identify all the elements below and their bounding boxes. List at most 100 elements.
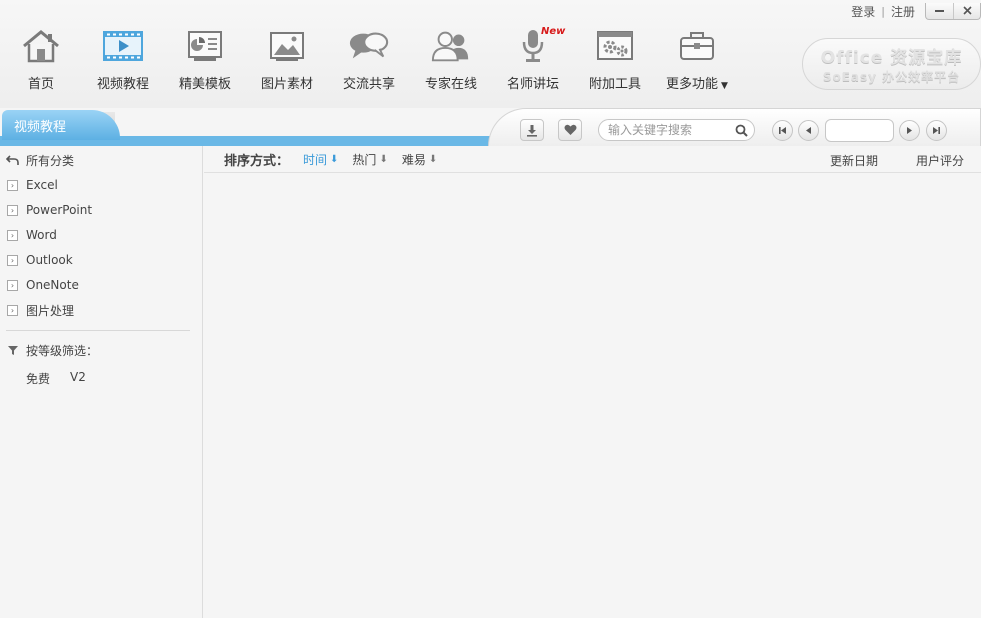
- minimize-icon: [935, 10, 944, 12]
- nav-tools[interactable]: 附加工具: [574, 22, 656, 92]
- expand-icon: ›: [7, 229, 18, 241]
- sort-by-time-label: 时间: [303, 152, 328, 167]
- nav-more-text: 更多功能: [666, 77, 719, 92]
- brand-logo: Office 资源宝库 SoEasy 办公效率平台: [802, 38, 981, 90]
- picture-icon: [270, 31, 304, 61]
- template-icon: [188, 30, 222, 61]
- sort-title: 排序方式：: [224, 153, 290, 169]
- last-page-button[interactable]: [926, 120, 947, 141]
- sidebar-item-label: Excel: [26, 178, 58, 192]
- nav-experts-label: 专家在线: [424, 77, 477, 92]
- download-icon: [527, 124, 537, 137]
- nav-experts[interactable]: 专家在线: [410, 22, 492, 92]
- arrow-down-icon: ⬇: [379, 153, 388, 165]
- sidebar-item-all-label: 所有分类: [26, 153, 75, 168]
- sidebar-item-excel[interactable]: › Excel: [0, 174, 200, 196]
- level-filter-label: 按等级筛选：: [26, 344, 99, 358]
- category-sidebar: 所有分类 › Excel › PowerPoint › Word › Outlo…: [0, 146, 203, 618]
- nav-templates[interactable]: 精美模板: [164, 22, 246, 92]
- sidebar-item-label: Outlook: [26, 253, 73, 267]
- sidebar-item-label: Word: [26, 228, 57, 242]
- first-page-icon: [779, 127, 786, 134]
- next-page-button[interactable]: [899, 120, 920, 141]
- filter-free[interactable]: 免费: [26, 370, 50, 387]
- caret-down-icon: ▼: [721, 81, 728, 91]
- video-icon: [103, 30, 143, 61]
- sort-by-popular[interactable]: 热门 ⬇: [352, 151, 387, 168]
- last-page-icon: [933, 127, 940, 134]
- sidebar-item-onenote[interactable]: › OneNote: [0, 274, 200, 296]
- undo-arrow-icon: [6, 155, 19, 165]
- nav-share[interactable]: 交流共享: [328, 22, 410, 92]
- nav-video-tutorials[interactable]: 视频教程: [82, 22, 164, 92]
- sidebar-item-image-processing[interactable]: › 图片处理: [0, 299, 200, 321]
- next-page-icon: [907, 127, 912, 134]
- download-button[interactable]: [520, 119, 544, 141]
- minimize-button[interactable]: [926, 3, 953, 19]
- tools-icon: [597, 30, 633, 60]
- sidebar-item-powerpoint[interactable]: › PowerPoint: [0, 199, 200, 221]
- expand-icon: ›: [7, 204, 18, 216]
- close-button[interactable]: [953, 2, 980, 19]
- login-link[interactable]: 登录: [851, 3, 875, 20]
- nav-video-tutorials-label: 视频教程: [96, 77, 149, 92]
- sidebar-item-label: OneNote: [26, 278, 79, 292]
- prev-page-button[interactable]: [798, 120, 819, 141]
- nav-lectures-label: 名师讲坛: [506, 77, 559, 92]
- home-icon: [23, 29, 59, 62]
- account-separator: |: [881, 4, 885, 18]
- content-area: 排序方式： 时间 ⬇ 热门 ⬇ 难易 ⬇ 更新日期 用户评分: [204, 146, 981, 618]
- expand-icon: ›: [7, 254, 18, 266]
- level-filter-options: 免费 V2: [26, 370, 86, 387]
- heart-icon: [564, 124, 576, 135]
- expand-icon: ›: [7, 179, 18, 191]
- sort-by-difficulty[interactable]: 难易 ⬇: [402, 151, 437, 168]
- level-filter-title: 按等级筛选：: [7, 342, 98, 359]
- sort-by-time[interactable]: 时间 ⬇: [303, 151, 338, 168]
- nav-home-label: 首页: [27, 77, 54, 92]
- search-input[interactable]: [608, 123, 728, 137]
- sidebar-item-label: 图片处理: [26, 303, 75, 318]
- nav-more[interactable]: 更多功能 ▼: [656, 22, 738, 92]
- first-page-button[interactable]: [772, 120, 793, 141]
- toolbox-icon: [680, 31, 714, 60]
- arrow-down-icon: ⬇: [330, 153, 339, 165]
- sidebar-item-label: PowerPoint: [26, 203, 93, 217]
- close-icon: [962, 6, 972, 15]
- filter-icon: [8, 346, 18, 355]
- nav-home[interactable]: 首页: [0, 22, 82, 92]
- top-toolbar: 登录 | 注册 首页 视频教程 精美模板 图片素材 交流共享 专家在线 New …: [0, 0, 981, 108]
- app-window: 登录 | 注册 首页 视频教程 精美模板 图片素材 交流共享 专家在线 New …: [0, 0, 981, 618]
- sort-by-difficulty-label: 难易: [401, 152, 426, 167]
- brand-title: Office 资源宝库: [820, 48, 963, 68]
- expand-icon: ›: [7, 304, 18, 316]
- page-number-input[interactable]: [825, 119, 894, 142]
- sidebar-item-word[interactable]: › Word: [0, 224, 200, 246]
- main-nav: 首页 视频教程 精美模板 图片素材 交流共享 专家在线 New 名师讲坛 附加工…: [0, 22, 738, 92]
- nav-tools-label: 附加工具: [588, 77, 641, 92]
- arrow-down-icon: ⬇: [428, 153, 438, 165]
- window-button-group: [925, 2, 981, 20]
- nav-templates-label: 精美模板: [178, 77, 231, 92]
- nav-pictures[interactable]: 图片素材: [246, 22, 328, 92]
- prev-page-icon: [806, 127, 811, 134]
- chat-icon: [349, 32, 389, 58]
- window-controls: 登录 | 注册: [851, 0, 981, 22]
- nav-share-label: 交流共享: [342, 77, 395, 92]
- column-user-rating[interactable]: 用户评分: [916, 152, 964, 169]
- nav-more-label: 更多功能 ▼: [666, 73, 728, 92]
- sidebar-item-all[interactable]: 所有分类: [0, 149, 200, 171]
- sidebar-divider: [6, 330, 190, 331]
- register-link[interactable]: 注册: [891, 3, 915, 20]
- new-badge: New: [541, 26, 566, 37]
- favorite-button[interactable]: [558, 119, 582, 141]
- expand-icon: ›: [7, 279, 18, 291]
- sort-by-popular-label: 热门: [352, 152, 377, 167]
- column-update-date[interactable]: 更新日期: [830, 152, 878, 169]
- tab-video-tutorials[interactable]: 视频教程: [2, 110, 120, 140]
- filter-v2[interactable]: V2: [70, 370, 86, 387]
- search-icon[interactable]: [735, 124, 748, 137]
- nav-lectures[interactable]: New 名师讲坛: [492, 22, 574, 92]
- sidebar-item-outlook[interactable]: › Outlook: [0, 249, 200, 271]
- experts-icon: [431, 31, 469, 61]
